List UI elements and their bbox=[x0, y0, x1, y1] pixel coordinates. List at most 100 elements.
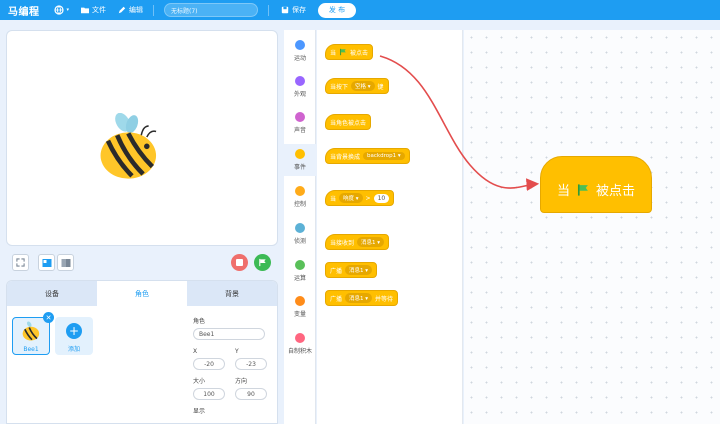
block-text: 并等待 bbox=[375, 295, 394, 303]
category-motion[interactable]: 运动 bbox=[284, 40, 316, 62]
green-flag-icon bbox=[577, 183, 588, 196]
block-when-backdrop-switches[interactable]: 当背景换成 backdrop1 ▾ bbox=[325, 148, 410, 164]
direction-input[interactable]: 90 bbox=[235, 388, 267, 400]
category-label: 外观 bbox=[293, 91, 306, 98]
stop-button[interactable] bbox=[231, 254, 248, 271]
block-text: 被点击 bbox=[350, 49, 369, 57]
category-variables[interactable]: 变量 bbox=[284, 296, 316, 318]
sprite-list: ✕ Bee1 + 添加 bbox=[7, 306, 187, 423]
sensing-dot-icon bbox=[295, 223, 305, 233]
small-stage-button[interactable] bbox=[38, 254, 55, 271]
stop-icon bbox=[236, 259, 243, 266]
folder-icon bbox=[81, 7, 90, 14]
operators-dot-icon bbox=[295, 260, 305, 270]
tab-devices[interactable]: 设备 bbox=[7, 281, 97, 306]
add-sprite-button[interactable]: + 添加 bbox=[55, 317, 93, 355]
block-text: 当背景换成 bbox=[330, 153, 361, 161]
green-flag-icon bbox=[340, 48, 346, 56]
publish-button[interactable]: 发 布 bbox=[318, 2, 357, 18]
size-input[interactable]: 100 bbox=[193, 388, 225, 400]
bee-sprite[interactable] bbox=[95, 113, 169, 187]
block-broadcast[interactable]: 广播 消息1 ▾ bbox=[325, 262, 378, 278]
project-title-input[interactable]: 无标题(7) bbox=[164, 3, 259, 17]
code-workspace[interactable]: 当 被点击 bbox=[464, 30, 720, 424]
sprite-name: Bee1 bbox=[23, 346, 39, 353]
key-dropdown[interactable]: 空格 ▾ bbox=[351, 81, 375, 91]
message-dropdown[interactable]: 消息1 ▾ bbox=[345, 265, 373, 275]
block-text: 键 bbox=[377, 83, 384, 91]
block-text: 广播 bbox=[330, 295, 343, 303]
category-sound[interactable]: 声音 bbox=[284, 112, 316, 134]
category-my-blocks[interactable]: 自制积木 bbox=[284, 333, 316, 355]
file-menu[interactable]: 文件 bbox=[81, 5, 106, 15]
x-input[interactable]: -20 bbox=[193, 358, 225, 370]
sprite-card-bee1[interactable]: ✕ Bee1 bbox=[12, 312, 54, 355]
add-sprite-label: 添加 bbox=[67, 346, 80, 353]
category-control[interactable]: 控制 bbox=[284, 186, 316, 208]
y-input[interactable]: -23 bbox=[235, 358, 267, 370]
category-label: 变量 bbox=[293, 311, 306, 318]
save-button[interactable]: 保存 bbox=[281, 5, 306, 15]
variables-dot-icon bbox=[295, 296, 305, 306]
category-sensing[interactable]: 侦测 bbox=[284, 223, 316, 245]
block-text: 当角色被点击 bbox=[330, 119, 367, 127]
motion-dot-icon bbox=[295, 40, 305, 50]
plus-icon: + bbox=[66, 323, 82, 339]
direction-label: 方向 bbox=[235, 378, 248, 385]
stage[interactable] bbox=[6, 30, 278, 246]
backdrop-dropdown[interactable]: backdrop1 ▾ bbox=[363, 152, 405, 160]
workspace-block-when-flag-clicked[interactable]: 当 被点击 bbox=[540, 156, 652, 213]
panel-tabs: 设备 角色 背景 bbox=[7, 281, 277, 306]
chevron-down-icon: ▾ bbox=[66, 7, 70, 13]
block-text: 当 bbox=[556, 184, 570, 199]
category-label: 运动 bbox=[293, 55, 306, 62]
edit-menu[interactable]: 编辑 bbox=[118, 5, 143, 15]
block-text: 当 bbox=[330, 49, 337, 57]
message-dropdown[interactable]: 消息1 ▾ bbox=[345, 293, 373, 303]
block-when-sensor-greater[interactable]: 当 响度 ▾ > 10 bbox=[325, 190, 395, 206]
my-blocks-dot-icon bbox=[295, 333, 305, 343]
app-logo[interactable]: 马编程 bbox=[8, 3, 40, 18]
block-broadcast-and-wait[interactable]: 广播 消息1 ▾ 并等待 bbox=[325, 290, 399, 306]
show-label: 显示 bbox=[193, 408, 206, 415]
sprite-name-input[interactable]: Bee1 bbox=[193, 328, 265, 340]
toolbar-divider bbox=[153, 4, 155, 16]
delete-sprite-icon[interactable]: ✕ bbox=[43, 312, 54, 323]
category-label: 侦测 bbox=[293, 238, 306, 245]
block-text: 当按下 bbox=[330, 83, 349, 91]
x-label: X bbox=[193, 348, 198, 355]
message-dropdown[interactable]: 消息1 ▾ bbox=[357, 237, 385, 247]
category-events[interactable]: 事件 bbox=[284, 144, 316, 176]
category-label: 运算 bbox=[293, 275, 306, 282]
fullscreen-icon bbox=[16, 258, 25, 267]
threshold-input[interactable]: 10 bbox=[373, 193, 390, 203]
green-flag-button[interactable] bbox=[254, 254, 271, 271]
category-label: 自制积木 bbox=[287, 348, 312, 355]
language-menu[interactable]: ▾ bbox=[53, 5, 70, 15]
tab-sprites[interactable]: 角色 bbox=[97, 281, 187, 306]
tab-backdrops[interactable]: 背景 bbox=[187, 281, 277, 306]
block-palette: 当 被点击 当按下 空格 ▾ 键 当角色被点击 当背景换成 backdrop1 … bbox=[317, 30, 463, 424]
bee-antenna bbox=[140, 125, 149, 136]
small-stage-icon bbox=[42, 258, 51, 267]
block-when-receive-message[interactable]: 当接收到 消息1 ▾ bbox=[325, 234, 390, 250]
toolbar-divider bbox=[268, 4, 270, 16]
fullscreen-button[interactable] bbox=[12, 254, 29, 271]
large-stage-button[interactable] bbox=[57, 254, 74, 271]
block-when-sprite-clicked[interactable]: 当角色被点击 bbox=[325, 114, 372, 130]
large-stage-icon bbox=[61, 258, 70, 267]
category-looks[interactable]: 外观 bbox=[284, 76, 316, 98]
block-text: 当接收到 bbox=[330, 239, 355, 247]
block-when-flag-clicked[interactable]: 当 被点击 bbox=[325, 44, 374, 60]
file-menu-label: 文件 bbox=[92, 6, 107, 14]
block-when-key-pressed[interactable]: 当按下 空格 ▾ 键 bbox=[325, 78, 389, 94]
sensor-dropdown[interactable]: 响度 ▾ bbox=[339, 193, 363, 203]
category-label: 声音 bbox=[293, 127, 306, 134]
sprite-panel: 设备 角色 背景 ✕ Bee1 + 添加 角色 Bee1 X -20 Y -23… bbox=[6, 280, 278, 424]
y-label: Y bbox=[235, 348, 239, 355]
category-operators[interactable]: 运算 bbox=[284, 260, 316, 282]
stage-controls bbox=[6, 252, 278, 276]
edit-menu-label: 编辑 bbox=[129, 6, 144, 14]
sprite-properties: 角色 Bee1 X -20 Y -23 大小 100 方向 90 显示 bbox=[193, 316, 277, 415]
block-text: 当 bbox=[330, 195, 337, 203]
